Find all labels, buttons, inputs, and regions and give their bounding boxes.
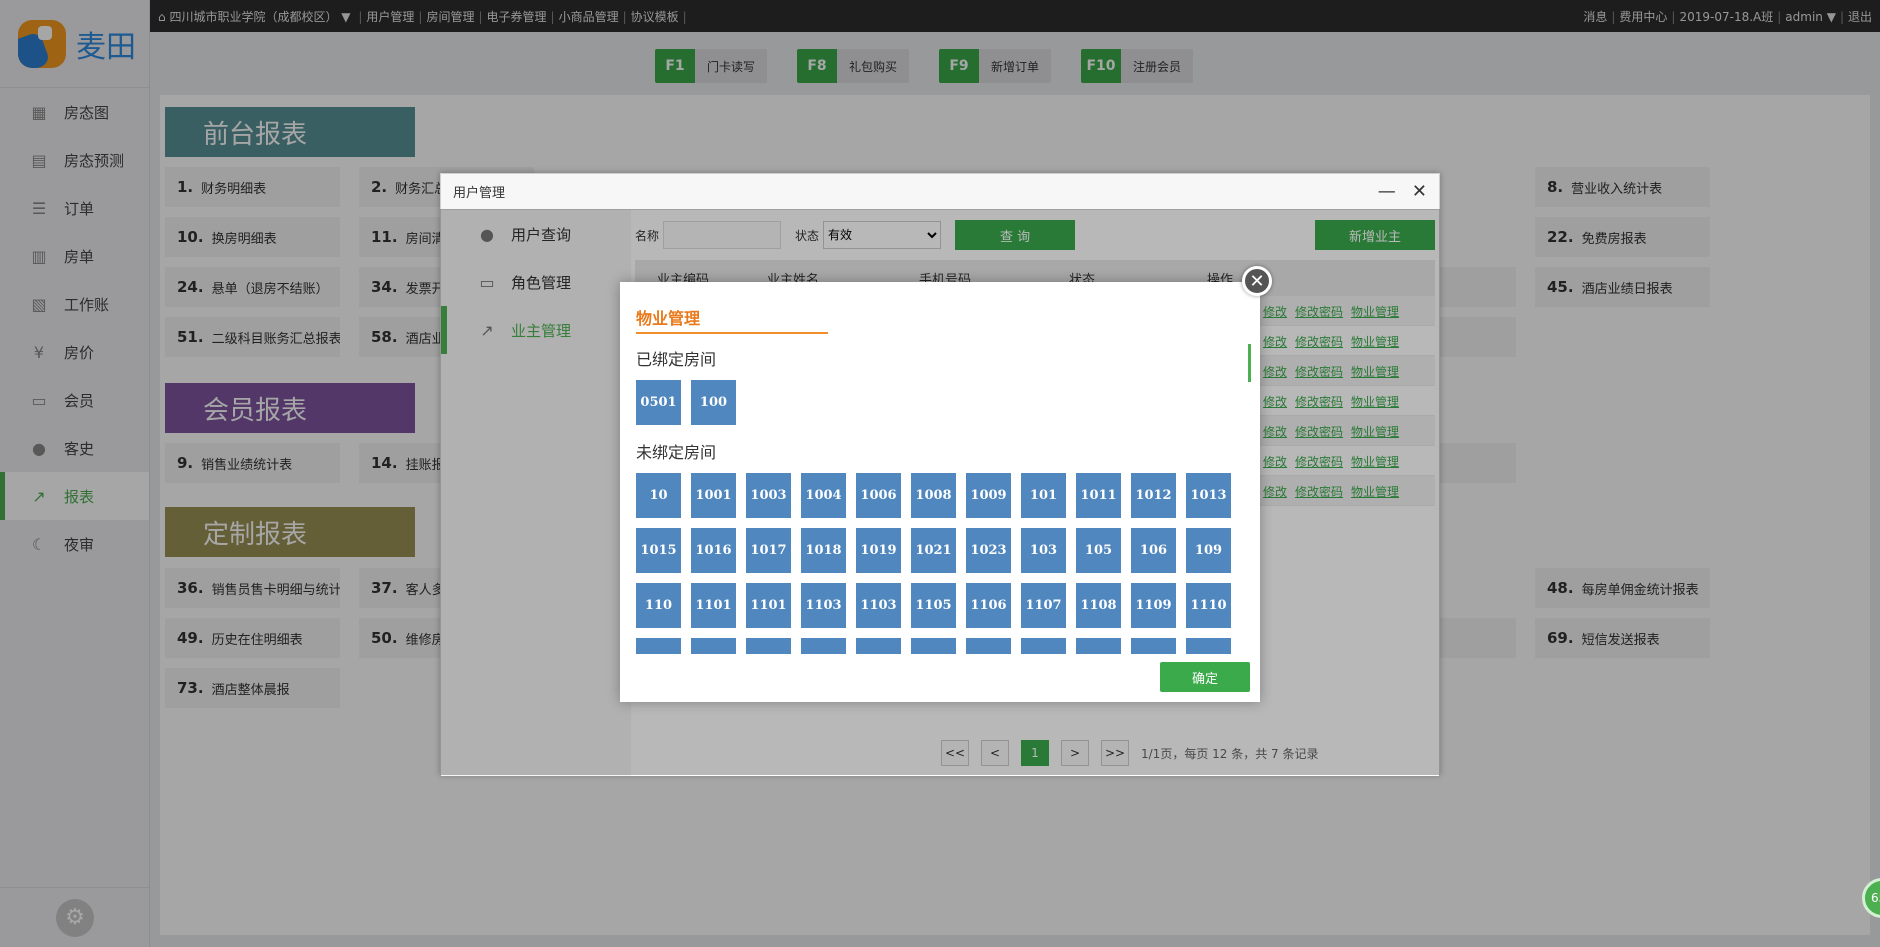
room-tile[interactable]: 1115	[801, 638, 846, 654]
room-tile[interactable]: 1017	[746, 528, 791, 573]
room-tile[interactable]: 1111	[636, 638, 681, 654]
room-tile[interactable]: 101	[1021, 473, 1066, 518]
room-tile[interactable]: 106	[1131, 528, 1176, 573]
room-tile[interactable]: 1018	[801, 528, 846, 573]
room-tile[interactable]: 103	[1021, 528, 1066, 573]
modal-body: 已绑定房间 0501 100 未绑定房间 10 1001 1003 1004 1006 10…	[636, 346, 1246, 654]
room-tile[interactable]: 105	[1076, 528, 1121, 573]
room-tile[interactable]: 1108	[1076, 583, 1121, 628]
room-tile[interactable]: 1119	[1021, 638, 1066, 654]
modal-close-icon[interactable]: ✕	[1242, 266, 1272, 296]
room-tile[interactable]: 1016	[691, 528, 736, 573]
room-tile[interactable]: 1013	[1186, 473, 1231, 518]
room-tile[interactable]: 1023	[966, 528, 1011, 573]
room-tile[interactable]: 1012	[1131, 473, 1176, 518]
room-tile[interactable]: 1116	[856, 638, 901, 654]
bound-rooms: 0501 100	[636, 380, 1246, 425]
room-tile[interactable]: 1015	[636, 528, 681, 573]
room-tile[interactable]: 1008	[911, 473, 956, 518]
room-tile[interactable]: 1201	[1186, 638, 1231, 654]
room-tile[interactable]: 1106	[966, 583, 1011, 628]
window-title: 用户管理	[453, 186, 506, 201]
confirm-button[interactable]: 确定	[1160, 662, 1250, 692]
bound-rooms-title: 已绑定房间	[636, 350, 717, 369]
room-tile[interactable]: 1006	[856, 473, 901, 518]
room-tile[interactable]: 10	[636, 473, 681, 518]
room-tile[interactable]: 110	[636, 583, 681, 628]
room-tile[interactable]: 1112	[691, 638, 736, 654]
room-tile[interactable]: 1011	[1076, 473, 1121, 518]
room-tile[interactable]: 1021	[911, 528, 956, 573]
room-tile[interactable]: 100	[691, 380, 736, 425]
room-tile[interactable]: 1003	[746, 473, 791, 518]
room-tile[interactable]: 1122	[1131, 638, 1176, 654]
window-titlebar: 用户管理 — ✕	[441, 174, 1439, 210]
minimize-icon[interactable]: —	[1378, 181, 1396, 202]
room-tile[interactable]: 1105	[911, 583, 956, 628]
room-tile[interactable]: 1118	[966, 638, 1011, 654]
close-icon[interactable]: ✕	[1412, 181, 1427, 202]
room-tile[interactable]: 1121	[1076, 638, 1121, 654]
room-tile[interactable]: 1113	[746, 638, 791, 654]
room-tile[interactable]: 1004	[801, 473, 846, 518]
modal-title: 物业管理	[636, 302, 828, 334]
room-tile[interactable]: 1001	[691, 473, 736, 518]
unbound-rooms-title: 未绑定房间	[636, 443, 717, 462]
property-management-modal: ✕ 物业管理 已绑定房间 0501 100 未绑定房间 10 1001 1003 100…	[620, 266, 1272, 702]
modal-scrollbar[interactable]	[1248, 344, 1251, 382]
room-tile[interactable]: 1107	[1021, 583, 1066, 628]
room-tile[interactable]: 109	[1186, 528, 1231, 573]
room-tile[interactable]: 1109	[1131, 583, 1176, 628]
room-tile[interactable]: 1009	[966, 473, 1011, 518]
room-tile[interactable]: 1103	[801, 583, 846, 628]
room-tile[interactable]: 1101	[691, 583, 736, 628]
room-tile[interactable]: 1019	[856, 528, 901, 573]
room-tile[interactable]: 1101	[746, 583, 791, 628]
room-tile[interactable]: 1117	[911, 638, 956, 654]
room-tile[interactable]: 1103	[856, 583, 901, 628]
room-tile[interactable]: 0501	[636, 380, 681, 425]
room-tile[interactable]: 1110	[1186, 583, 1231, 628]
unbound-rooms: 10 1001 1003 1004 1006 1008 1009 101 1011 1012 101…	[636, 473, 1246, 654]
